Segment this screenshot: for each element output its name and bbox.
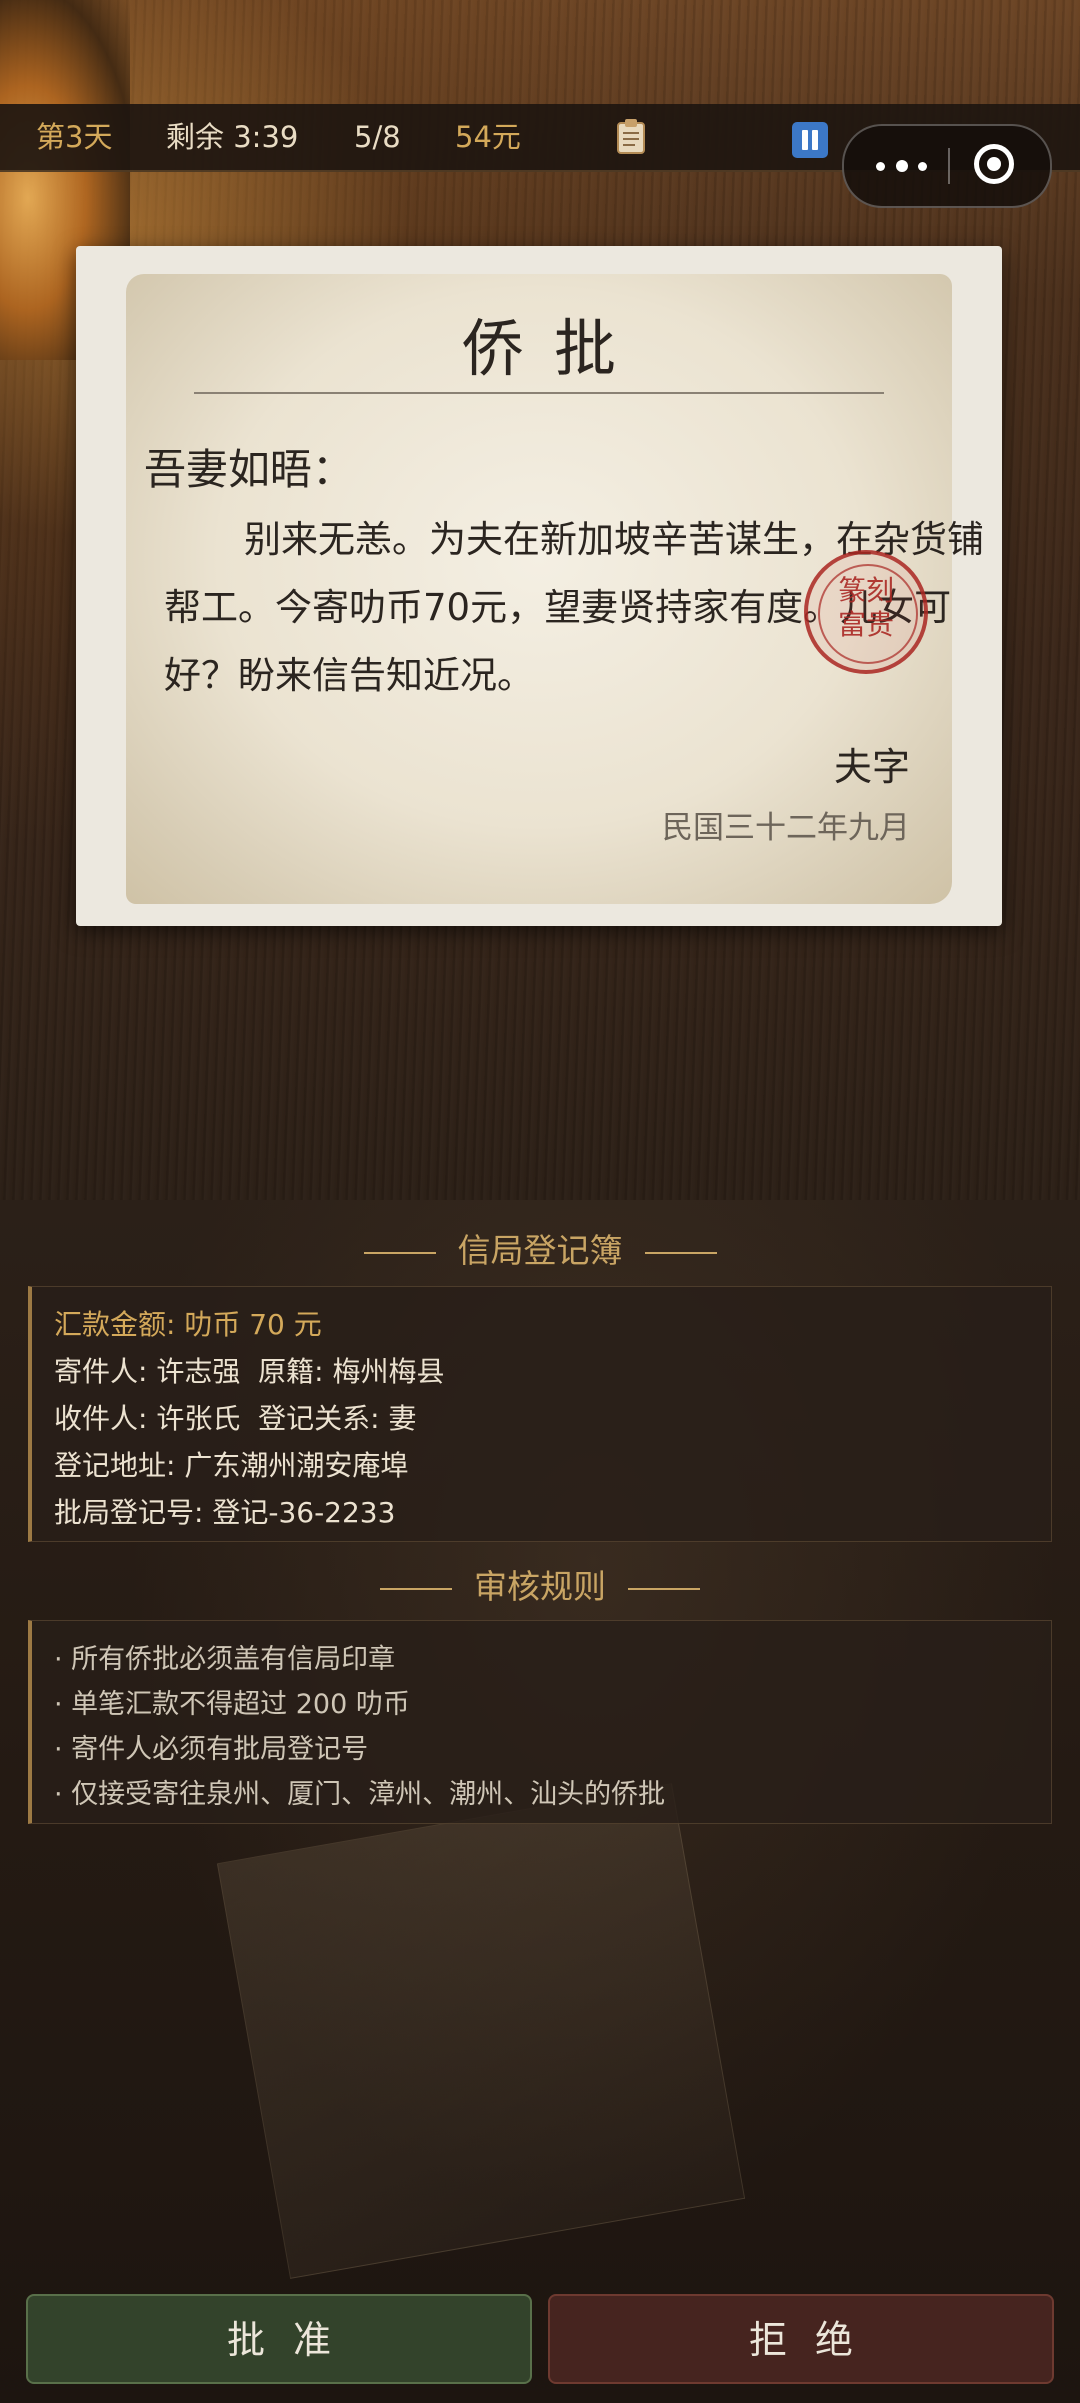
rule-item: · 单笔汇款不得超过 200 叻币 <box>54 1689 410 1720</box>
target-close-icon[interactable] <box>974 144 1014 184</box>
rule-item: · 所有侨批必须盖有信局印章 <box>54 1644 396 1675</box>
letter-card: 侨批 吾妻如晤： 别来无恙。为夫在新加坡辛苦谋生，在杂货铺帮工。今寄叻币70元，… <box>76 246 1002 926</box>
registry-title: 信局登记簿 <box>457 1231 623 1270</box>
clipboard-icon[interactable] <box>616 118 646 154</box>
registry-amount: 汇款金额: 叻币 70 元 <box>54 1308 322 1341</box>
pause-icon[interactable] <box>792 122 828 158</box>
registry-header: 信局登记簿 <box>0 1224 1080 1272</box>
rule-item: · 寄件人必须有批局登记号 <box>54 1734 369 1765</box>
rules-panel: · 所有侨批必须盖有信局印章 · 单笔汇款不得超过 200 叻币 · 寄件人必须… <box>28 1620 1052 1824</box>
rules-title: 审核规则 <box>474 1567 606 1606</box>
seal-text: 篆刻富贵 <box>837 574 894 641</box>
registry-recipient: 收件人: 许张氏 登记关系: 妻 <box>54 1402 417 1435</box>
reject-button[interactable]: 拒绝 <box>548 2294 1054 2384</box>
more-dots-icon[interactable] <box>870 150 940 182</box>
money-balance: 54元 <box>455 120 521 154</box>
day-indicator: 第3天 <box>36 120 113 154</box>
rule-item: · 仅接受寄往泉州、厦门、漳州、潮州、汕头的侨批 <box>54 1779 666 1810</box>
registry-number: 批局登记号: 登记-36-2233 <box>54 1496 396 1529</box>
approve-button[interactable]: 批准 <box>26 2294 532 2384</box>
letter-signature: 夫字 <box>833 745 910 789</box>
mini-program-capsule <box>842 124 1052 208</box>
red-seal-stamp: 篆刻富贵 <box>804 550 928 674</box>
letter-title: 侨批 <box>461 312 646 385</box>
registry-sender: 寄件人: 许志强 原籍: 梅州梅县 <box>54 1355 445 1388</box>
registry-address: 登记地址: 广东潮州潮安庵埠 <box>54 1449 409 1482</box>
letter-progress: 5/8 <box>354 120 401 154</box>
rules-header: 审核规则 <box>0 1560 1080 1608</box>
letter-date: 民国三十二年九月 <box>662 810 910 846</box>
registry-panel: 汇款金额: 叻币 70 元 寄件人: 许志强 原籍: 梅州梅县 收件人: 许张氏… <box>28 1286 1052 1542</box>
time-remaining: 剩余 3:39 <box>166 120 299 154</box>
capsule-divider <box>948 148 950 184</box>
title-divider <box>194 392 884 394</box>
letter-salutation: 吾妻如晤： <box>144 445 355 494</box>
desk-papers-decoration <box>216 1783 746 2279</box>
